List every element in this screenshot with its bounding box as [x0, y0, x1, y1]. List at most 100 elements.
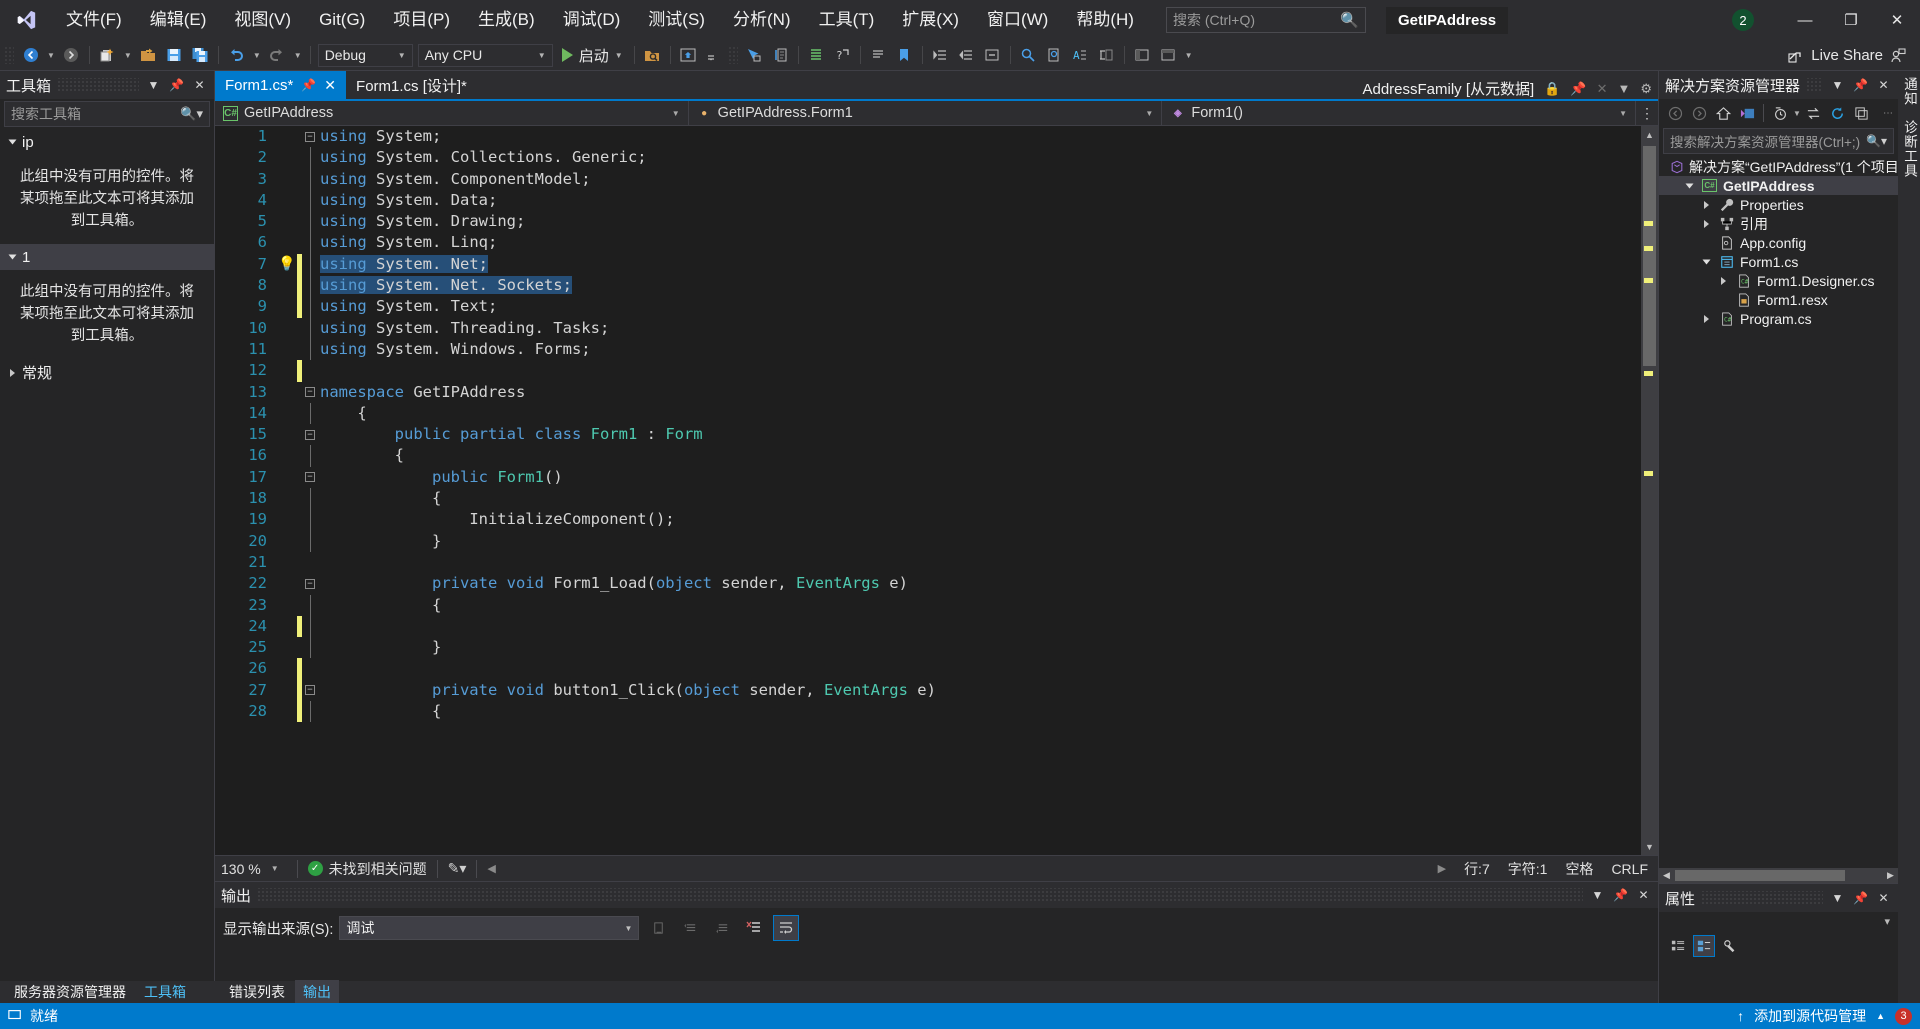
switch-views-icon[interactable] — [1736, 102, 1758, 124]
code-line[interactable]: 16 { — [215, 445, 1641, 466]
code-line[interactable]: 5using System. Drawing; — [215, 211, 1641, 232]
inspect-dom-icon[interactable] — [768, 43, 793, 68]
scroll-left-icon[interactable]: ◀ — [1659, 870, 1674, 881]
collapse-region-icon[interactable]: − — [302, 685, 318, 695]
solution-platform-combo[interactable]: Any CPU ▼ — [418, 44, 553, 67]
tree-item[interactable]: C#Program.cs — [1659, 309, 1898, 328]
preview-tab-label[interactable]: AddressFamily [从元数据] — [1362, 78, 1534, 99]
menu-project[interactable]: 项目(P) — [379, 0, 464, 40]
tree-item[interactable]: Properties — [1659, 195, 1898, 214]
code-line[interactable]: 10using System. Threading. Tasks; — [215, 318, 1641, 339]
goto-prev-icon[interactable] — [677, 915, 703, 941]
save-all-icon[interactable] — [188, 43, 213, 68]
clear-all-icon[interactable] — [645, 915, 671, 941]
chevron-down-icon[interactable]: ▼ — [1793, 109, 1801, 118]
collapse-all-icon[interactable] — [1851, 102, 1873, 124]
layout-icon[interactable] — [702, 43, 727, 68]
back-dropdown-icon[interactable]: ▼ — [44, 43, 58, 68]
back-icon[interactable] — [1664, 102, 1686, 124]
code-line[interactable]: 6using System. Linq; — [215, 232, 1641, 253]
menu-debug[interactable]: 调试(D) — [549, 0, 635, 40]
nav-next-icon[interactable]: ▶ — [1438, 862, 1446, 875]
collapse-region-icon[interactable]: − — [302, 132, 318, 142]
wordwrap-icon[interactable] — [773, 915, 799, 941]
toolwindow-2-icon[interactable] — [1156, 43, 1181, 68]
scroll-up-icon[interactable]: ▲ — [1641, 126, 1658, 143]
open-file-icon[interactable] — [136, 43, 161, 68]
redo-icon[interactable] — [265, 43, 290, 68]
scroll-right-icon[interactable]: ▶ — [1883, 870, 1898, 881]
pin-icon[interactable]: 📌 — [1612, 888, 1629, 902]
overflow-icon[interactable]: ⋯ — [1883, 108, 1893, 119]
hscrollbar-thumb[interactable] — [1675, 870, 1845, 881]
translate-icon[interactable] — [1094, 43, 1119, 68]
code-line[interactable]: 3using System. ComponentModel; — [215, 169, 1641, 190]
code-line[interactable]: 8using System. Net. Sockets; — [215, 275, 1641, 296]
toolwindow-icon[interactable] — [1130, 43, 1155, 68]
code-line[interactable]: 21 — [215, 552, 1641, 573]
save-icon[interactable] — [162, 43, 187, 68]
toolbar-grip[interactable] — [728, 46, 738, 64]
goto-next-icon[interactable] — [709, 915, 735, 941]
lightbulb-icon[interactable]: 💡 — [277, 254, 297, 275]
close-icon[interactable]: ✕ — [1875, 78, 1892, 92]
menu-edit[interactable]: 编辑(E) — [136, 0, 221, 40]
tab-form1-cs[interactable]: Form1.cs* 📌 ✕ — [215, 71, 346, 99]
clear-output-icon[interactable] — [741, 915, 767, 941]
notification-badge[interactable]: 2 — [1732, 9, 1754, 31]
solution-explorer-horizontal-scrollbar[interactable]: ◀ ▶ — [1659, 868, 1898, 883]
chevron-up-icon[interactable]: ▲ — [1876, 1011, 1885, 1021]
close-icon[interactable]: ✕ — [1874, 0, 1920, 40]
code-line[interactable]: 20 } — [215, 531, 1641, 552]
vtab-diagnostic-tools[interactable]: 诊断工具 — [1899, 120, 1919, 178]
navbar-class-combo[interactable]: ● GetIPAddress.Form1 ▼ — [689, 101, 1163, 125]
close-icon[interactable]: ✕ — [1597, 81, 1608, 97]
uncomment-icon[interactable] — [866, 43, 891, 68]
tree-item[interactable]: App.config — [1659, 233, 1898, 252]
chevron-down-icon[interactable] — [1682, 182, 1696, 190]
toolbox-group-ip[interactable]: ip — [0, 129, 214, 155]
format-document-icon[interactable] — [804, 43, 829, 68]
toolbox-group-general[interactable]: 常规 — [0, 360, 214, 386]
collapse-region-icon[interactable]: − — [302, 472, 318, 482]
tree-item[interactable]: C#Form1.Designer.cs — [1659, 271, 1898, 290]
menu-window[interactable]: 窗口(W) — [973, 0, 1062, 40]
toolbox-drag-handle[interactable] — [57, 78, 139, 92]
new-item-dropdown-icon[interactable]: ▼ — [121, 43, 135, 68]
toolbox-search-input[interactable]: 搜索工具箱 🔍▾ — [4, 101, 210, 127]
undo-dropdown-icon[interactable]: ▼ — [250, 43, 264, 68]
redo-dropdown-icon[interactable]: ▼ — [291, 43, 305, 68]
quick-replace-icon[interactable]: A — [1068, 43, 1093, 68]
solution-explorer-search-input[interactable]: 搜索解决方案资源管理器(Ctrl+;) 🔍▾ — [1663, 128, 1894, 154]
menu-git[interactable]: Git(G) — [305, 0, 379, 40]
code-line[interactable]: 4using System. Data; — [215, 190, 1641, 211]
chevron-down-icon[interactable]: ▼ — [145, 78, 162, 92]
home-icon[interactable] — [1712, 102, 1734, 124]
code-line[interactable]: 13−namespace GetIPAddress — [215, 382, 1641, 403]
code-line[interactable]: 28 { — [215, 701, 1641, 722]
navbar-project-combo[interactable]: C# GetIPAddress ▼ — [215, 101, 689, 125]
code-line[interactable]: 7💡using System. Net; — [215, 254, 1641, 275]
code-line[interactable]: 9using System. Text; — [215, 296, 1641, 317]
navigate-back-icon[interactable] — [18, 43, 43, 68]
forward-icon[interactable] — [1688, 102, 1710, 124]
start-debug-button[interactable]: 启动 ▼ — [556, 43, 629, 68]
code-line[interactable]: 15− public partial class Form1 : Form — [215, 424, 1641, 445]
tab-server-explorer[interactable]: 服务器资源管理器 — [6, 980, 134, 1004]
nav-prev-icon[interactable]: ◀ — [487, 862, 495, 875]
solution-explorer-drag-handle[interactable] — [1806, 78, 1823, 92]
live-share-button[interactable]: Live Share — [1788, 40, 1906, 71]
code-line[interactable]: 18 { — [215, 488, 1641, 509]
chevron-down-icon[interactable]: ▼ — [1829, 78, 1846, 92]
refresh-icon[interactable] — [1827, 102, 1849, 124]
menu-extensions[interactable]: 扩展(X) — [888, 0, 973, 40]
tree-item[interactable]: Form1.cs — [1659, 252, 1898, 271]
code-line[interactable]: 24 — [215, 616, 1641, 637]
chevron-down-icon[interactable]: ▼ — [1617, 81, 1630, 96]
sync-with-active-icon[interactable] — [1803, 102, 1825, 124]
collapse-region-icon[interactable]: − — [302, 579, 318, 589]
code-line[interactable]: 23 { — [215, 595, 1641, 616]
bookmark-icon[interactable] — [892, 43, 917, 68]
zoom-level-combo[interactable]: 130 % ▼ — [221, 861, 287, 877]
navigate-forward-icon[interactable] — [59, 43, 84, 68]
